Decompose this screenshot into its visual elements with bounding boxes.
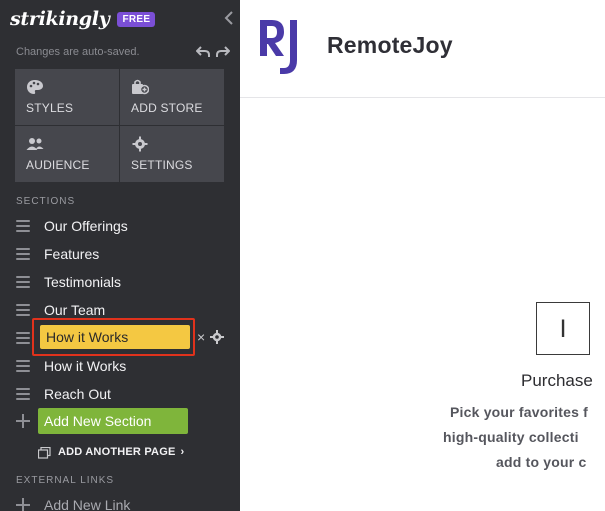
section-item-testimonials[interactable]: Testimonials: [16, 270, 226, 294]
strikingly-logo: strikingly: [10, 8, 110, 30]
section-label: Our Team: [44, 302, 106, 318]
feature-icon-box: I: [536, 302, 590, 355]
free-plan-badge: FREE: [117, 11, 156, 27]
add-page-label: ADD ANOTHER PAGE: [58, 446, 176, 458]
drag-handle-icon[interactable]: [16, 332, 30, 344]
section-label: How it Works: [44, 358, 127, 374]
feature-text-line: Pick your favorites f: [450, 404, 589, 420]
settings-tile[interactable]: SETTINGS: [120, 126, 224, 182]
chevron-left-icon: [224, 11, 233, 25]
collapse-sidebar-button[interactable]: [222, 9, 236, 27]
undo-redo-group: [195, 45, 231, 59]
store-bag-icon: [131, 79, 150, 95]
people-icon: [26, 136, 44, 152]
section-label: Features: [44, 246, 100, 262]
close-icon[interactable]: ×: [197, 330, 205, 344]
brand-row: strikingly FREE: [10, 8, 156, 30]
palette-icon: [26, 79, 44, 95]
section-label: Testimonials: [44, 274, 122, 290]
site-header: RemoteJoy: [240, 0, 605, 98]
gear-icon: [131, 136, 149, 152]
section-item-our-offerings[interactable]: Our Offerings: [16, 214, 226, 238]
redo-icon[interactable]: [216, 45, 231, 59]
sections-heading: SECTIONS: [16, 196, 76, 207]
plus-icon: [16, 414, 30, 428]
add-link-row[interactable]: Add New Link: [16, 497, 130, 511]
section-item-reach-out[interactable]: Reach Out: [16, 382, 226, 406]
autosave-row: Changes are auto-saved.: [16, 44, 231, 60]
plus-icon: [16, 498, 30, 511]
feature-text-line: high-quality collecti: [443, 429, 579, 445]
pages-icon: [37, 446, 51, 459]
drag-handle-icon[interactable]: [16, 220, 30, 232]
audience-tile[interactable]: AUDIENCE: [15, 126, 119, 182]
styles-tile[interactable]: STYLES: [15, 69, 119, 125]
section-item-how-it-works[interactable]: How it Works: [16, 354, 226, 378]
add-another-page-button[interactable]: ADD ANOTHER PAGE ›: [37, 446, 185, 459]
feature-heading: Purchase: [521, 371, 593, 390]
add-new-section-button[interactable]: Add New Section: [38, 408, 188, 434]
section-label: Our Offerings: [44, 218, 128, 234]
site-preview: RemoteJoy I Purchase Pick your favorites…: [240, 0, 605, 511]
gear-icon[interactable]: [210, 330, 225, 344]
drag-handle-icon[interactable]: [16, 388, 30, 400]
autosave-status: Changes are auto-saved.: [16, 46, 140, 58]
add-new-link-label: Add New Link: [44, 497, 131, 511]
add-section-row: Add New Section: [16, 408, 188, 434]
section-item-features[interactable]: Features: [16, 242, 226, 266]
highlight-box: How it Works: [32, 318, 195, 356]
drag-handle-icon[interactable]: [16, 304, 30, 316]
section-label: Reach Out: [44, 386, 111, 402]
remotejoy-logo[interactable]: [258, 16, 308, 78]
site-title: RemoteJoy: [327, 32, 453, 58]
settings-label: SETTINGS: [131, 158, 193, 172]
undo-icon[interactable]: [195, 45, 210, 59]
active-section-tools: ×: [197, 330, 225, 344]
add-store-label: ADD STORE: [131, 101, 203, 115]
drag-handle-icon[interactable]: [16, 248, 30, 260]
section-item-how-it-works-active[interactable]: How it Works: [40, 325, 190, 349]
editor-tiles: STYLES ADD STORE AUDIENCE SETTINGS: [15, 69, 224, 182]
styles-label: STYLES: [26, 101, 74, 115]
drag-handle-icon[interactable]: [16, 276, 30, 288]
feature-text-line: add to your c: [496, 454, 587, 470]
chevron-right-icon: ›: [180, 446, 185, 458]
add-store-tile[interactable]: ADD STORE: [120, 69, 224, 125]
drag-handle-icon[interactable]: [16, 360, 30, 372]
external-links-heading: EXTERNAL LINKS: [16, 475, 115, 486]
audience-label: AUDIENCE: [26, 158, 90, 172]
editor-sidebar: strikingly FREE Changes are auto-saved. …: [0, 0, 240, 511]
